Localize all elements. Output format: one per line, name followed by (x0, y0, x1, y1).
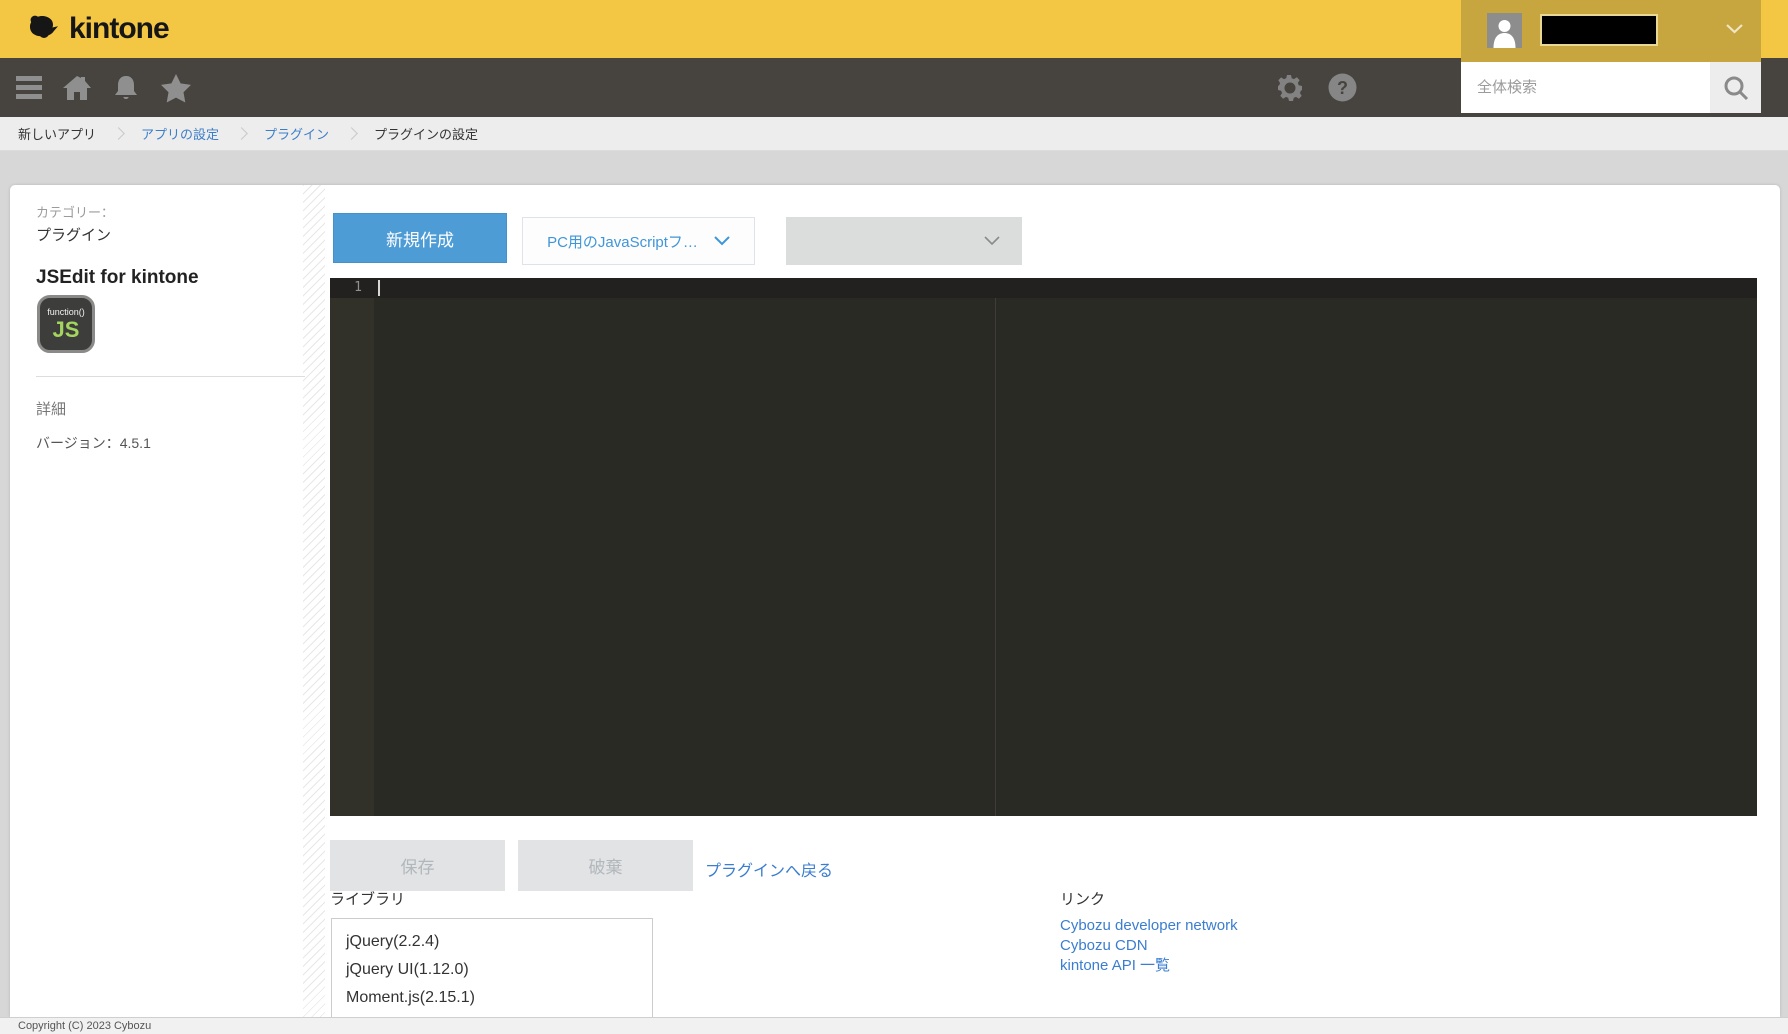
breadcrumb-separator-icon (235, 127, 248, 140)
library-listbox[interactable]: jQuery(2.2.4) jQuery UI(1.12.0) Moment.j… (331, 918, 653, 1017)
editor-line-number: 1 (330, 280, 362, 295)
create-new-button[interactable]: 新規作成 (333, 213, 507, 263)
category-value: プラグイン (36, 224, 111, 245)
link-kintone-api[interactable]: kintone API 一覧 (1060, 956, 1238, 976)
breadcrumb-plugin-settings: プラグインの設定 (374, 124, 478, 143)
breadcrumb: 新しいアプリ アプリの設定 プラグイン プラグインの設定 (0, 117, 1788, 151)
category-label: カテゴリー： (36, 202, 114, 221)
editor-active-line (330, 278, 1757, 298)
empty-dropdown[interactable] (786, 217, 1022, 265)
breadcrumb-plugin[interactable]: プラグイン (264, 124, 329, 143)
user-search-panel (1461, 0, 1761, 113)
link-cybozu-developer-network[interactable]: Cybozu developer network (1060, 916, 1238, 936)
search-button[interactable] (1710, 62, 1761, 113)
sidebar-content-divider (303, 185, 325, 1017)
search-input[interactable] (1461, 62, 1710, 113)
hamburger-menu-icon[interactable] (6, 58, 52, 117)
svg-text:?: ? (1337, 78, 1348, 98)
user-name-redacted (1540, 14, 1658, 46)
search-icon (1723, 75, 1749, 101)
plugin-version: バージョン：4.5.1 (36, 433, 151, 453)
file-select-dropdown[interactable]: PC用のJavaScriptフ… (522, 217, 755, 265)
user-avatar-icon (1487, 13, 1522, 48)
chevron-down-icon (714, 236, 730, 246)
library-item[interactable]: Moment.js(2.15.1) (332, 984, 652, 1012)
save-button[interactable]: 保存 (330, 840, 505, 891)
editor-cursor (378, 280, 380, 296)
breadcrumb-separator-icon (112, 127, 125, 140)
library-label: ライブラリ (330, 888, 405, 909)
bell-icon[interactable] (102, 58, 150, 117)
chevron-down-icon (1726, 24, 1743, 34)
kintone-logo-text: kintone (69, 12, 169, 46)
editor-print-margin (995, 298, 996, 816)
file-select-value: PC用のJavaScriptフ… (547, 231, 698, 252)
discard-button[interactable]: 破棄 (518, 840, 693, 891)
plugin-name: JSEdit for kintone (36, 267, 199, 289)
kintone-logo-icon (26, 13, 62, 45)
global-search (1461, 62, 1761, 113)
plugin-config-panel: カテゴリー： プラグイン JSEdit for kintone function… (10, 185, 1780, 1017)
plugin-js-icon: function() JS (37, 295, 95, 353)
details-label: 詳細 (36, 398, 66, 419)
breadcrumb-new-app: 新しいアプリ (18, 124, 96, 143)
sidebar-divider (36, 376, 305, 377)
star-icon[interactable] (150, 58, 202, 117)
editor-gutter (330, 278, 374, 816)
code-editor[interactable]: 1 (330, 278, 1757, 816)
link-cybozu-cdn[interactable]: Cybozu CDN (1060, 936, 1238, 956)
breadcrumb-app-settings[interactable]: アプリの設定 (141, 124, 219, 143)
user-menu[interactable] (1461, 0, 1761, 62)
gear-icon[interactable] (1264, 58, 1316, 117)
help-icon[interactable]: ? (1316, 58, 1368, 117)
back-to-plugin-link[interactable]: プラグインへ戻る (705, 857, 833, 881)
kintone-logo[interactable]: kintone (26, 12, 169, 46)
page-background-band (0, 151, 1788, 185)
links-label: リンク (1060, 888, 1105, 909)
links-list: Cybozu developer network Cybozu CDN kint… (1060, 916, 1238, 976)
home-icon[interactable] (52, 58, 102, 117)
js-icon-js-text: JS (53, 318, 80, 342)
breadcrumb-separator-icon (345, 127, 358, 140)
library-item[interactable]: jQuery UI(1.12.0) (332, 956, 652, 984)
page-footer: Copyright (C) 2023 Cybozu (0, 1017, 1788, 1034)
library-item[interactable]: jQuery(2.2.4) (332, 928, 652, 956)
copyright-text: Copyright (C) 2023 Cybozu (18, 1020, 151, 1032)
chevron-down-icon (984, 236, 1000, 246)
js-icon-function-text: function() (47, 307, 85, 318)
